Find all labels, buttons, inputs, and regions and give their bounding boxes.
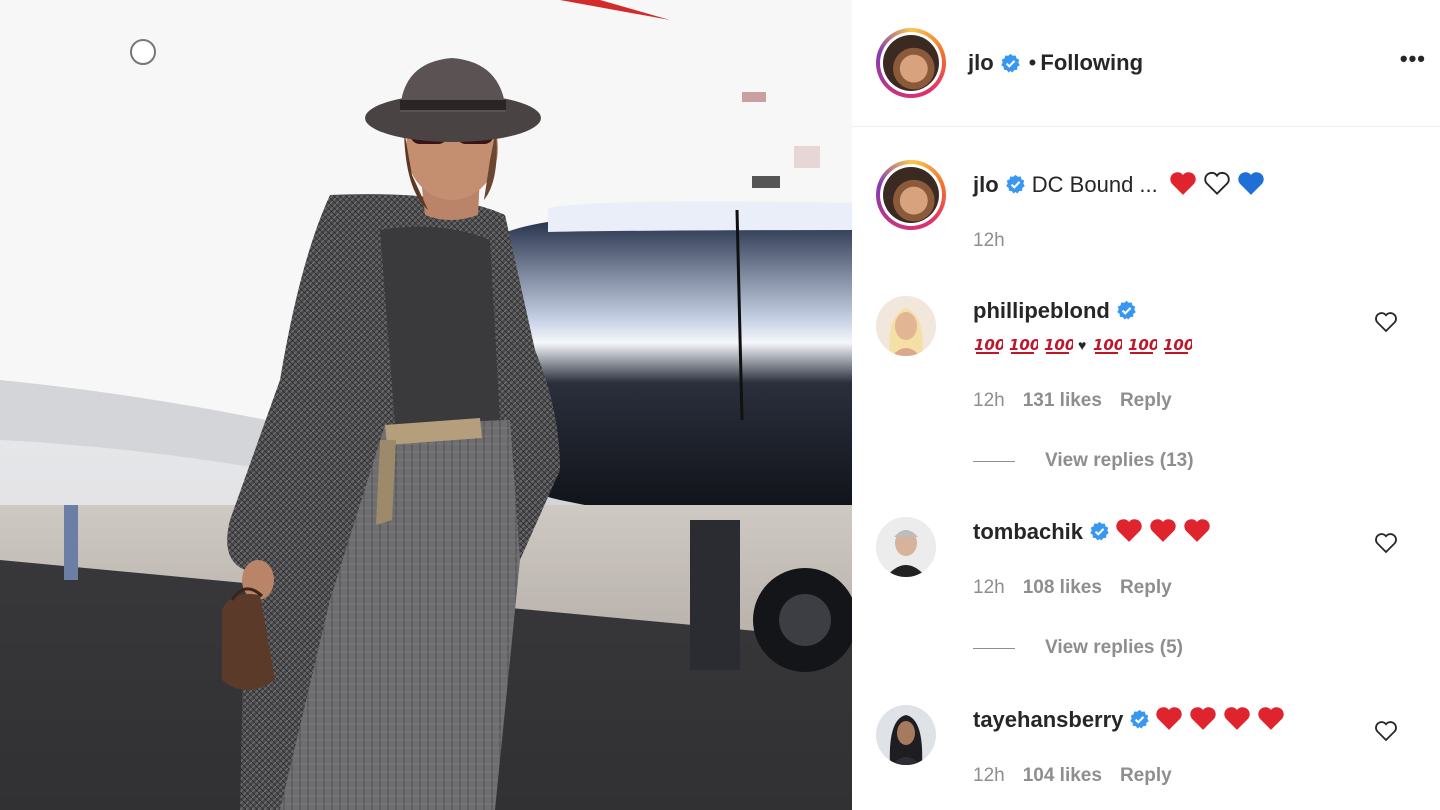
caption: jlo DC Bound ... 12h bbox=[876, 160, 1416, 260]
comment-time: 12h bbox=[973, 765, 1005, 786]
commenter-avatar[interactable] bbox=[876, 296, 936, 356]
black-heart-emoji: ♥ bbox=[1078, 337, 1087, 353]
post-header: jlo • Following ••• bbox=[852, 0, 1440, 127]
caption-body: jlo DC Bound ... bbox=[973, 170, 1393, 200]
comment-meta: 12h 131 likes Reply bbox=[973, 390, 1190, 412]
instagram-post-view: jlo • Following ••• jlo DC Bound ... 12h… bbox=[0, 0, 1440, 810]
commenter-avatar[interactable] bbox=[876, 705, 936, 765]
svg-text:100: 100 bbox=[1128, 336, 1157, 354]
red-heart-emoji bbox=[1224, 707, 1251, 730]
hundred-points-emoji: 100 bbox=[1009, 336, 1038, 354]
comment-body: phillipeblond 100 100 100 ♥ 100 100 100 bbox=[973, 296, 1393, 360]
red-heart-emoji bbox=[1184, 519, 1210, 542]
commenter-username[interactable]: tombachik bbox=[973, 519, 1083, 544]
commenter-username[interactable]: phillipeblond bbox=[973, 298, 1110, 323]
hundred-points-emoji: 100 bbox=[1044, 336, 1073, 354]
caption-meta: 12h bbox=[973, 230, 1023, 252]
comment-item: tayehansberry 12h 104 likes Reply bbox=[876, 705, 1416, 805]
svg-text:100: 100 bbox=[1093, 336, 1122, 354]
post-image bbox=[0, 0, 852, 810]
commenter-username[interactable]: tayehansberry bbox=[973, 707, 1123, 732]
red-heart-emoji bbox=[1156, 707, 1183, 730]
svg-text:100: 100 bbox=[1163, 336, 1192, 354]
hundred-points-emoji: 100 bbox=[1093, 336, 1122, 354]
comment-meta: 12h 108 likes Reply bbox=[973, 577, 1190, 599]
caption-avatar[interactable] bbox=[876, 160, 946, 230]
post-sidebar: jlo • Following ••• jlo DC Bound ... 12h… bbox=[852, 0, 1440, 810]
view-replies-label: View replies (5) bbox=[1045, 637, 1183, 658]
comment-likes[interactable]: 108 likes bbox=[1023, 577, 1102, 598]
comment-time: 12h bbox=[973, 390, 1005, 411]
caption-text: DC Bound ... bbox=[1031, 172, 1158, 197]
hundred-points-emoji: 100 bbox=[974, 336, 1003, 354]
hundred-points-emoji: 100 bbox=[1128, 336, 1157, 354]
verified-badge-icon bbox=[1117, 300, 1136, 320]
comment-item: phillipeblond 100 100 100 ♥ 100 100 100 12h 131… bbox=[876, 296, 1416, 476]
view-replies-label: View replies (13) bbox=[1045, 450, 1194, 471]
white-heart-emoji bbox=[1204, 171, 1230, 195]
hundred-points-emoji: 100 bbox=[1163, 336, 1192, 354]
svg-text:100: 100 bbox=[974, 336, 1003, 354]
like-heart-icon[interactable] bbox=[1374, 310, 1398, 334]
view-replies-line bbox=[973, 647, 1015, 649]
red-heart-emoji bbox=[1258, 707, 1285, 730]
comment-likes[interactable]: 131 likes bbox=[1023, 390, 1102, 411]
caption-avatar-image bbox=[883, 167, 939, 223]
verified-badge-icon bbox=[1005, 174, 1025, 194]
verified-badge-icon bbox=[1090, 521, 1109, 541]
svg-text:100: 100 bbox=[1044, 336, 1073, 354]
comment-time: 12h bbox=[973, 577, 1005, 598]
post-photo[interactable] bbox=[0, 0, 852, 810]
author-username[interactable]: jlo bbox=[968, 50, 994, 76]
reply-button[interactable]: Reply bbox=[1120, 765, 1172, 786]
comment-item: tombachik 12h 108 likes Reply View replies… bbox=[876, 517, 1416, 667]
red-heart-emoji bbox=[1116, 519, 1142, 542]
commenter-avatar[interactable] bbox=[876, 517, 936, 577]
like-heart-icon[interactable] bbox=[1374, 531, 1398, 555]
comment-body: tayehansberry bbox=[973, 705, 1393, 735]
red-heart-emoji bbox=[1190, 707, 1217, 730]
like-heart-icon[interactable] bbox=[1374, 719, 1398, 743]
comment-emoji-text: 100 100 100 ♥ 100 100 100 bbox=[973, 330, 1393, 360]
view-replies-line bbox=[973, 460, 1015, 462]
blue-heart-emoji bbox=[1238, 172, 1264, 195]
verified-badge-icon bbox=[1000, 53, 1020, 73]
caption-username[interactable]: jlo bbox=[973, 172, 999, 197]
comment-body: tombachik bbox=[973, 517, 1393, 547]
red-heart-emoji bbox=[1150, 519, 1176, 542]
author-avatar[interactable] bbox=[876, 28, 946, 98]
svg-text:100: 100 bbox=[1009, 336, 1038, 354]
verified-badge-icon bbox=[1130, 709, 1150, 729]
follow-separator: • bbox=[1028, 50, 1037, 75]
more-options-icon[interactable]: ••• bbox=[1400, 46, 1426, 72]
reply-button[interactable]: Reply bbox=[1120, 577, 1172, 598]
comment-meta: 12h 104 likes Reply bbox=[973, 765, 1190, 787]
following-button[interactable]: Following bbox=[1040, 50, 1143, 76]
red-heart-emoji bbox=[1170, 172, 1196, 195]
view-replies-button[interactable]: View replies (5) bbox=[973, 637, 1183, 659]
comment-likes[interactable]: 104 likes bbox=[1023, 765, 1102, 786]
reply-button[interactable]: Reply bbox=[1120, 390, 1172, 411]
view-replies-button[interactable]: View replies (13) bbox=[973, 450, 1194, 472]
author-avatar-image bbox=[883, 35, 939, 91]
caption-time: 12h bbox=[973, 230, 1005, 251]
